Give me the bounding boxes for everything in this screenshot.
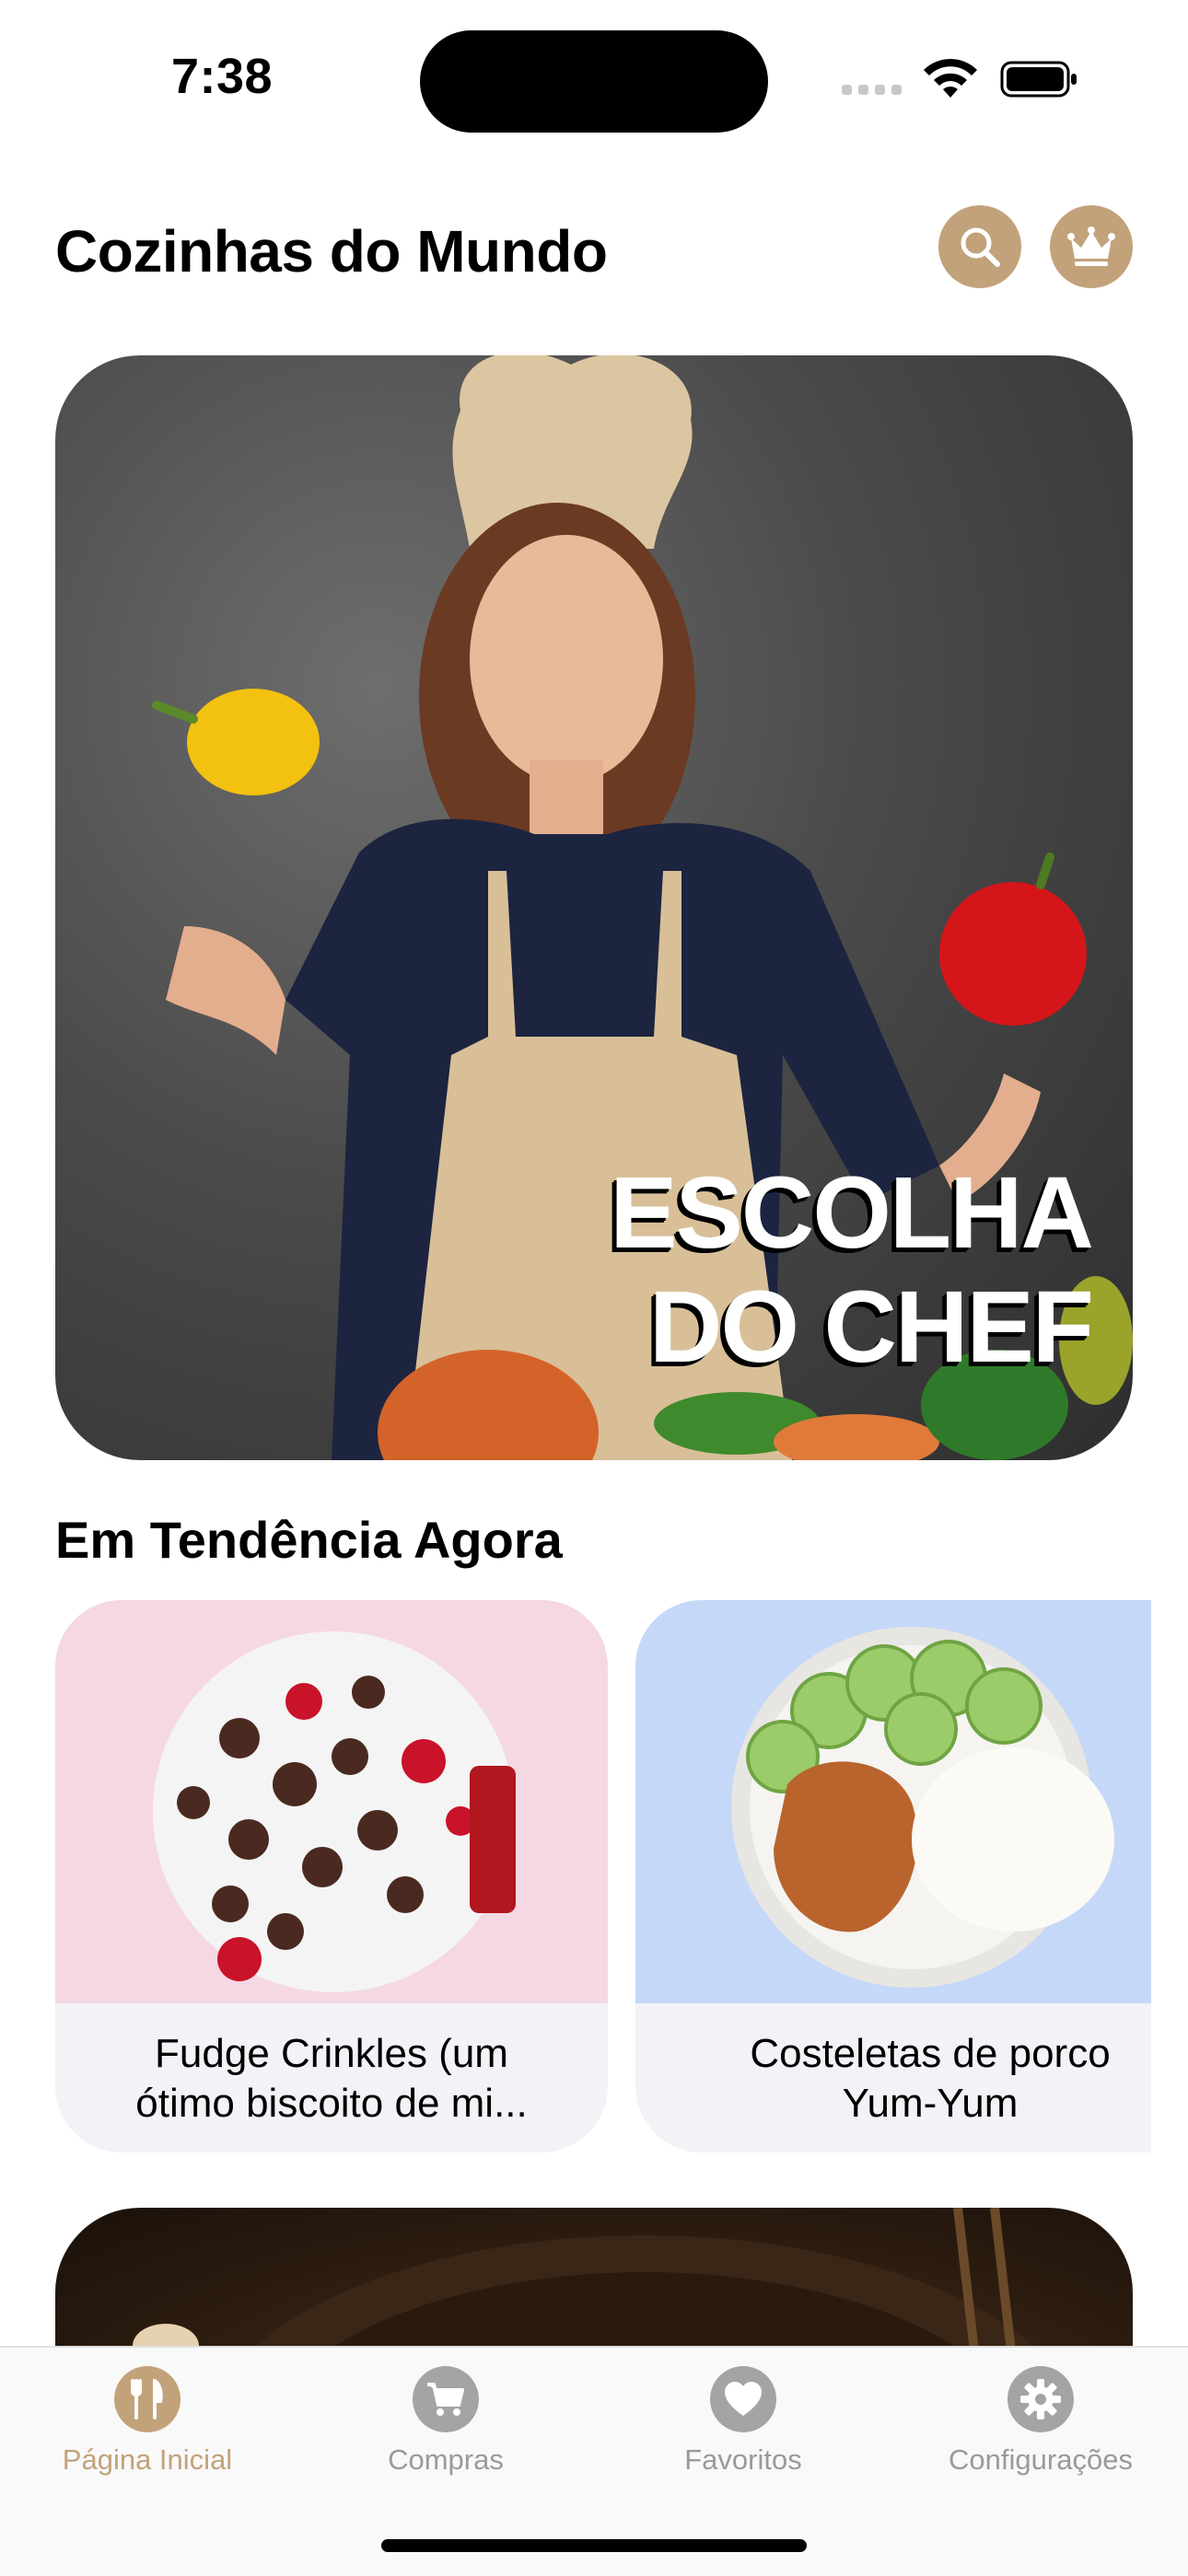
battery-icon (1000, 61, 1077, 98)
tab-home[interactable]: Página Inicial (9, 2366, 285, 2477)
chefs-choice-banner[interactable]: ESCOLHA DO CHEF (55, 355, 1133, 1460)
tab-favorites[interactable]: Favoritos (605, 2366, 881, 2477)
cart-icon (413, 2366, 479, 2432)
crown-icon (1067, 226, 1115, 266)
recipe-card-pork-chops[interactable]: Costeletas de porco Yum-Yum (635, 1600, 1151, 2152)
search-button[interactable] (938, 205, 1021, 288)
gear-icon (1007, 2366, 1074, 2432)
recipe-card-fudge-crinkles[interactable]: Fudge Crinkles (um ótimo biscoito de mi.… (55, 1600, 608, 2152)
trending-title: Em Tendência Agora (55, 1511, 563, 1569)
recipe-title-line: ótimo biscoito de mi... (135, 2081, 528, 2126)
tab-label: Compras (388, 2443, 504, 2476)
heart-icon (710, 2366, 776, 2432)
page-title: Cozinhas do Mundo (55, 218, 608, 284)
pork-chop-photo (731, 1627, 1114, 1988)
tab-settings[interactable]: Configurações (903, 2366, 1179, 2477)
recipe-thumbnail (55, 1600, 608, 2003)
dynamic-island (420, 30, 768, 133)
hero-line-2: DO CHEF (649, 1271, 1094, 1384)
cookies-photo (153, 1631, 516, 1992)
recipe-title: Costeletas de porco Yum-Yum (691, 2029, 1151, 2129)
recipe-title-line: Yum-Yum (842, 2081, 1019, 2126)
chefs-choice-heading: ESCOLHA DO CHEF (610, 1156, 1094, 1385)
fork-knife-icon (114, 2366, 181, 2432)
recipe-title-line: Costeletas de porco (750, 2031, 1111, 2076)
status-time: 7:38 (171, 49, 274, 104)
recipe-title-line: Fudge Crinkles (um (155, 2031, 508, 2076)
tab-label: Página Inicial (62, 2443, 233, 2476)
recipe-thumbnail (635, 1600, 1151, 2003)
tab-label: Configurações (949, 2443, 1133, 2476)
home-indicator[interactable] (381, 2539, 807, 2552)
magnifier-icon (961, 227, 1000, 267)
tab-shopping[interactable]: Compras (308, 2366, 584, 2477)
cellular-signal-icon (842, 85, 902, 95)
premium-button[interactable] (1050, 205, 1133, 288)
wifi-icon (924, 58, 977, 98)
tab-label: Favoritos (684, 2443, 802, 2476)
hero-line-1: ESCOLHA (610, 1156, 1094, 1270)
recipe-title: Fudge Crinkles (um ótimo biscoito de mi.… (83, 2029, 580, 2129)
